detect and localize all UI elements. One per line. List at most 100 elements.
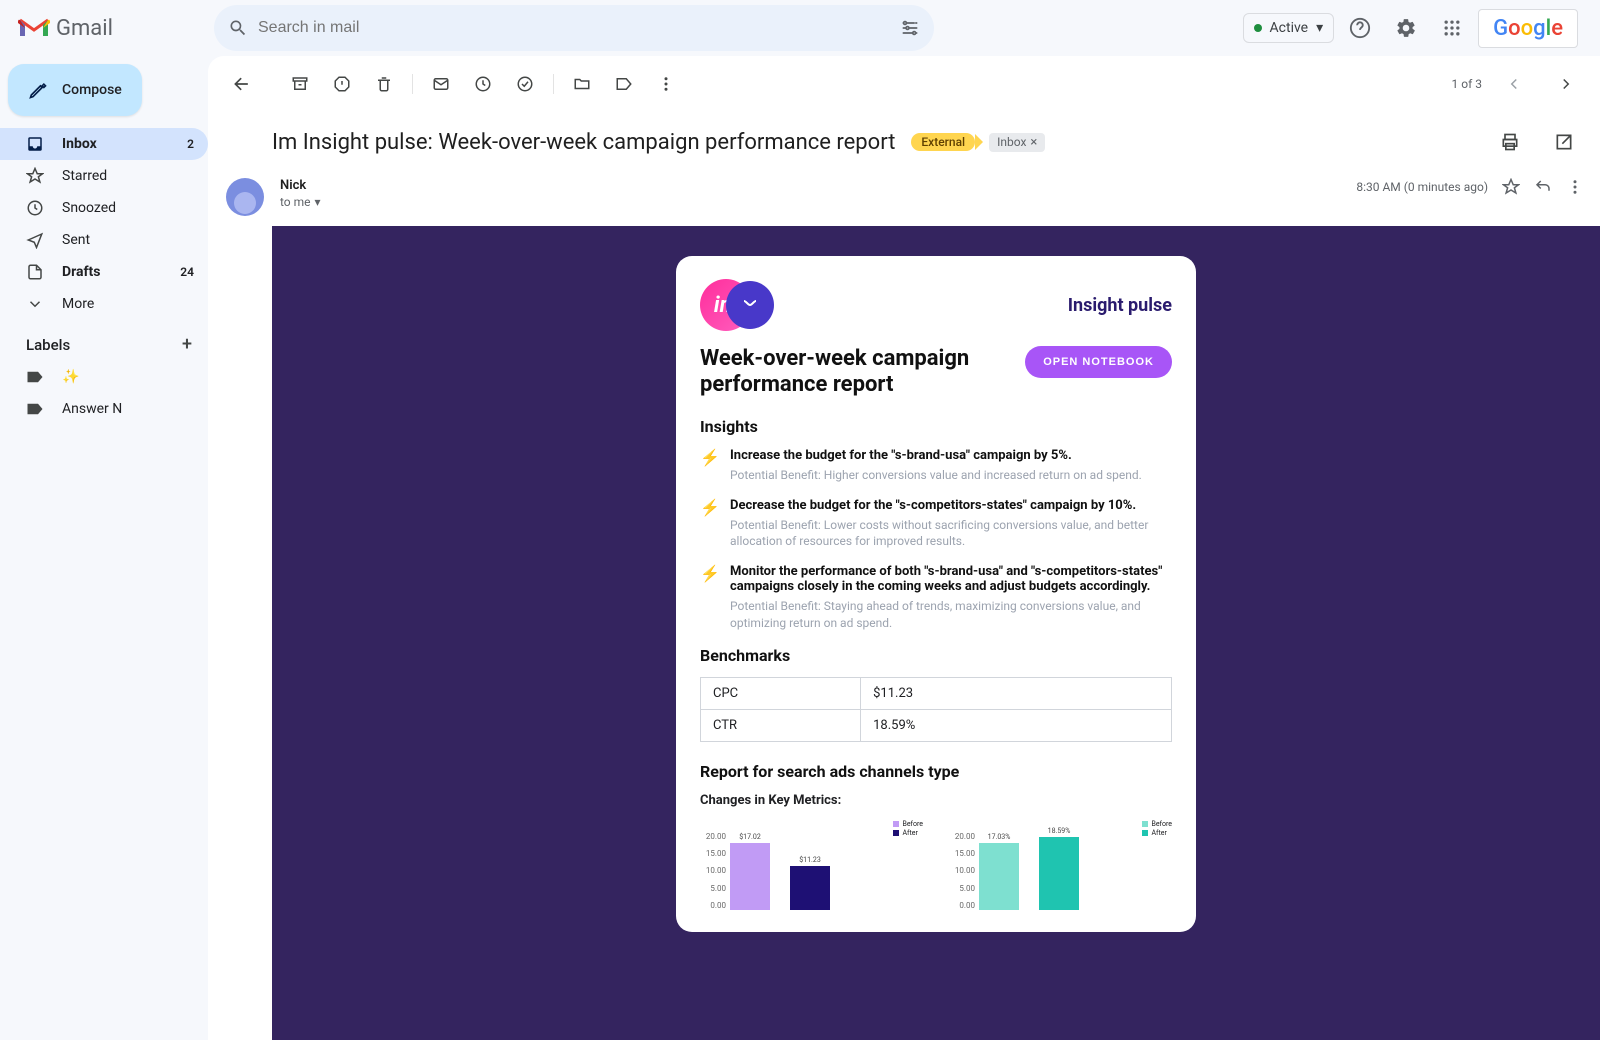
labels-text: Labels [26, 336, 70, 354]
search-bar[interactable] [214, 5, 934, 51]
sidebar-item-label: Drafts [62, 264, 100, 280]
insight-item: ⚡Increase the budget for the "s-brand-us… [700, 448, 1172, 484]
inbox-count: 2 [187, 137, 194, 151]
sidebar-item-label: Starred [62, 168, 107, 184]
help-icon[interactable] [1340, 8, 1380, 48]
gmail-icon [18, 16, 50, 40]
gear-icon[interactable] [1386, 8, 1426, 48]
label-answer-n[interactable]: Answer N [0, 393, 208, 425]
bar-label: $11.23 [790, 856, 830, 864]
sender-row: Nick to me ▾ 8:30 AM (0 minutes ago) [208, 172, 1600, 226]
sidebar-item-snoozed[interactable]: Snoozed [0, 192, 208, 224]
chip-label: Inbox [997, 135, 1026, 149]
insight-sub: Potential Benefit: Lower costs without s… [730, 517, 1172, 551]
insight-sub: Potential Benefit: Higher conversions va… [730, 467, 1142, 484]
chevron-down-icon [26, 295, 44, 313]
sidebar-item-inbox[interactable]: Inbox 2 [0, 128, 208, 160]
add-label-icon[interactable]: + [182, 334, 192, 355]
gmail-logo[interactable]: Gmail [18, 16, 113, 41]
sidebar-item-starred[interactable]: Starred [0, 160, 208, 192]
print-icon[interactable] [1490, 122, 1530, 162]
star-icon[interactable] [1502, 178, 1520, 196]
avatar[interactable] [226, 178, 264, 216]
brand-name: Insight pulse [1068, 295, 1172, 316]
sidebar-item-label: Sent [62, 232, 90, 248]
label-icon[interactable] [604, 64, 644, 104]
email-content: im Insight pulse Week-over-week campaign… [272, 226, 1600, 1040]
bolt-icon: ⚡ [700, 448, 718, 484]
bar: $11.23 [790, 866, 830, 910]
open-notebook-button[interactable]: OPEN NOTEBOOK [1025, 346, 1172, 378]
label-sparkle[interactable]: ✨ [0, 361, 208, 393]
bench-key: CTR [701, 709, 861, 741]
compose-button[interactable]: Compose [8, 64, 142, 116]
insights-heading: Insights [700, 417, 1172, 436]
insight-title: Decrease the budget for the "s-competito… [730, 498, 1172, 513]
logo-area: Gmail [10, 16, 210, 41]
charts-row: BeforeAfter20.0015.0010.005.000.00$17.02… [700, 820, 1172, 910]
back-icon[interactable] [222, 64, 262, 104]
tag-icon [26, 370, 44, 384]
y-axis: 20.0015.0010.005.000.00 [949, 832, 975, 910]
insight-item: ⚡Decrease the budget for the "s-competit… [700, 498, 1172, 551]
remove-label-icon[interactable]: × [1030, 135, 1037, 150]
inbox-chip[interactable]: Inbox × [989, 133, 1045, 152]
main-panel: 1 of 3 Im Insight pulse: Week-over-week … [208, 56, 1600, 1040]
task-icon[interactable] [505, 64, 545, 104]
search-icon [228, 18, 248, 38]
drafts-count: 24 [180, 265, 194, 279]
next-icon[interactable] [1546, 64, 1586, 104]
bolt-icon: ⚡ [700, 564, 718, 632]
report-card: im Insight pulse Week-over-week campaign… [676, 256, 1196, 932]
header-right: Active ▾ Google [1243, 8, 1590, 48]
draft-icon [26, 263, 44, 281]
insight-item: ⚡Monitor the performance of both "s-bran… [700, 564, 1172, 632]
more-icon[interactable] [1566, 178, 1584, 196]
active-label: Active [1270, 20, 1309, 36]
sidebar-item-label: More [62, 296, 94, 312]
status-dot-icon [1254, 24, 1262, 32]
compose-label: Compose [62, 82, 122, 98]
reply-icon[interactable] [1534, 178, 1552, 196]
sidebar-item-label: Snoozed [62, 200, 116, 216]
brand-logo: im [700, 278, 792, 332]
email-body: im Insight pulse Week-over-week campaign… [208, 226, 1600, 1040]
recipients-text: to me [280, 195, 311, 209]
external-chip[interactable]: External [911, 133, 975, 151]
sender-name[interactable]: Nick [280, 178, 321, 193]
report-title: Week-over-week campaign performance repo… [700, 346, 980, 399]
delete-icon[interactable] [364, 64, 404, 104]
bar: 18.59% [1039, 837, 1079, 910]
mark-unread-icon[interactable] [421, 64, 461, 104]
logo-accent-icon [726, 281, 774, 329]
recipients[interactable]: to me ▾ [280, 195, 321, 209]
sidebar-item-sent[interactable]: Sent [0, 224, 208, 256]
tag-icon [26, 402, 44, 416]
send-icon [26, 231, 44, 249]
prev-icon[interactable] [1494, 64, 1534, 104]
archive-icon[interactable] [280, 64, 320, 104]
benchmarks-heading: Benchmarks [700, 646, 1172, 665]
bar-label: 17.03% [979, 833, 1019, 841]
label-text: ✨ [62, 369, 79, 385]
message-toolbar: 1 of 3 [208, 56, 1600, 112]
sidebar-item-more[interactable]: More [0, 288, 208, 320]
snooze-icon[interactable] [463, 64, 503, 104]
more-icon[interactable] [646, 64, 686, 104]
sidebar-item-drafts[interactable]: Drafts 24 [0, 256, 208, 288]
chevron-down-icon: ▾ [1316, 20, 1323, 36]
search-input[interactable] [258, 19, 900, 37]
star-icon [26, 167, 44, 185]
google-logo[interactable]: Google [1478, 9, 1578, 48]
move-icon[interactable] [562, 64, 602, 104]
app-header: Gmail Active ▾ Google [0, 0, 1600, 56]
clock-icon [26, 199, 44, 217]
bar-label: $17.02 [730, 833, 770, 841]
report-section-heading: Report for search ads channels type [700, 762, 1172, 781]
filter-icon[interactable] [900, 18, 920, 38]
popout-icon[interactable] [1544, 122, 1584, 162]
chart: BeforeAfter20.0015.0010.005.000.0017.03%… [949, 820, 1172, 910]
active-status[interactable]: Active ▾ [1243, 13, 1335, 43]
spam-icon[interactable] [322, 64, 362, 104]
apps-icon[interactable] [1432, 8, 1472, 48]
